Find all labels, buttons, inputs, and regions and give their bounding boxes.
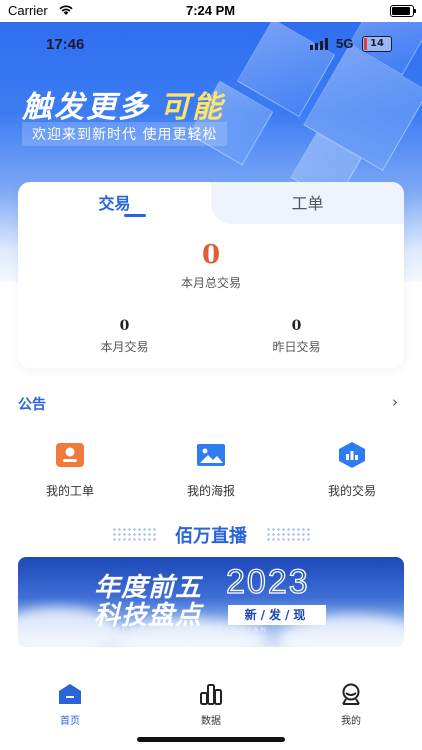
home-icon [59, 684, 81, 704]
my-posters-label: 我的海报 [186, 484, 235, 498]
my-trades-button[interactable]: 我的交易 [292, 442, 412, 499]
inner-clock: 17:46 [46, 36, 85, 53]
tab-trade[interactable]: 交易 [18, 190, 211, 214]
live-section-title: 佰万直播 [175, 526, 247, 547]
battery-level: 14 [370, 38, 384, 49]
monthly-total-label: 本月总交易 [180, 276, 241, 290]
clock: 7:24 PM [186, 3, 236, 18]
nav-profile-label: 我的 [341, 716, 361, 727]
network-type: 5G [336, 36, 354, 51]
my-posters-button[interactable]: 我的海报 [151, 442, 271, 499]
hero-title: 触发更多 可能 [22, 82, 224, 126]
nav-profile[interactable]: 我的 [311, 682, 391, 727]
banner-pinyin: NIANDUQIANWU KEJIPANDIAN [94, 627, 269, 634]
tab-ticket[interactable]: 工单 [211, 190, 404, 214]
active-tab-indicator [124, 214, 146, 217]
nav-data-label: 数据 [201, 716, 221, 727]
banner-year: 2023 [225, 562, 310, 601]
ticket-user-icon [56, 443, 84, 467]
month-trade-label: 本月交易 [100, 340, 149, 354]
battery-icon [390, 5, 416, 17]
decor-dots-right [266, 527, 310, 541]
banner-tag: 新/发/现 [228, 605, 326, 625]
live-banner[interactable]: 年度前五 2023 科技盘点 新/发/现 NIANDUQIANWU KEJIPA… [18, 557, 404, 647]
notice-label[interactable]: 公告 [18, 394, 46, 414]
signal-icon [310, 38, 328, 50]
nav-home[interactable]: 首页 [30, 682, 110, 727]
inner-battery-icon: 14 [362, 36, 392, 52]
stats-card: 交易 工单 0 本月总交易 0 本月交易 0 昨日交易 [18, 182, 404, 368]
nav-home-label: 首页 [60, 716, 80, 727]
my-tickets-label: 我的工单 [45, 484, 94, 498]
yesterday-trade-label: 昨日交易 [272, 340, 321, 354]
hero-title-main: 触发更多 [22, 90, 150, 125]
poster-image-icon [197, 444, 225, 466]
hero-subtitle: 欢迎来到新时代 使用更轻松 [22, 122, 228, 146]
chevron-right-icon[interactable]: › [392, 393, 398, 411]
monthly-total-value: 0 [201, 240, 221, 270]
trade-chart-icon [339, 442, 365, 468]
nav-data[interactable]: 数据 [171, 682, 251, 727]
profile-icon [342, 683, 360, 705]
status-bar: Carrier 7:24 PM [0, 0, 422, 22]
my-tickets-button[interactable]: 我的工单 [10, 442, 130, 499]
wifi-icon [59, 5, 73, 15]
month-trade-value: 0 [119, 318, 130, 334]
carrier-label: Carrier [8, 3, 48, 18]
my-trades-label: 我的交易 [327, 484, 376, 498]
yesterday-trade-value: 0 [291, 318, 302, 334]
hero-title-highlight: 可能 [160, 90, 224, 125]
data-icon [200, 684, 222, 705]
home-indicator [137, 737, 285, 742]
